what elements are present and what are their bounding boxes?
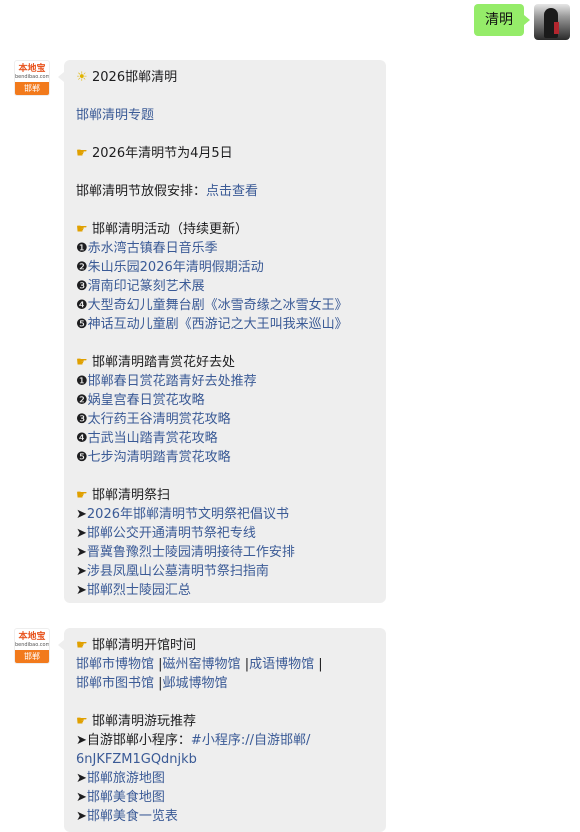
- list-item: ❹古武当山踏青赏花攻略: [76, 431, 218, 446]
- user-message-bubble[interactable]: 清明: [474, 4, 530, 36]
- list-item: ➤邯郸旅游地图: [76, 769, 374, 788]
- museum-link[interactable]: 成语博物馆: [249, 657, 314, 672]
- list-item: ❷朱山乐园2026年清明假期活动: [76, 260, 264, 275]
- list-item: ❺神话互动儿童剧《西游记之大王叫我来巡山》: [76, 317, 348, 332]
- spring-link[interactable]: 太行药王谷清明赏花攻略: [88, 412, 231, 427]
- bot-domain: bendibao.com: [15, 642, 50, 648]
- topic-link[interactable]: 邯郸清明专题: [76, 108, 154, 123]
- arrow-icon: ➤: [76, 809, 87, 824]
- bot-city: 邯郸: [15, 82, 49, 95]
- arrow-icon: ➤: [76, 790, 87, 805]
- museum-link[interactable]: 邯郸市博物馆: [76, 657, 154, 672]
- museum-link[interactable]: 邺城博物馆: [163, 676, 228, 691]
- list-item: ❸渭南印记篆刻艺术展: [76, 279, 205, 294]
- bot-message-row-1: 本地宝 bendibao.com 邯郸 ☀ 2026邯郸清明 邯郸清明专题 ☛ 20…: [14, 60, 386, 603]
- sweep-link[interactable]: 涉县凤凰山公墓清明节祭扫指南: [87, 564, 269, 579]
- sun-icon: ☀: [76, 70, 88, 85]
- list-item: ➤邯郸美食一览表: [76, 807, 374, 826]
- recommend-link[interactable]: 邯郸旅游地图: [87, 771, 165, 786]
- pointing-hand-icon: ☛: [76, 222, 88, 237]
- separator: |: [318, 657, 323, 672]
- activity-link[interactable]: 朱山乐园2026年清明假期活动: [88, 260, 264, 275]
- list-item: ❺七步沟清明踏青赏花攻略: [76, 450, 231, 465]
- activity-link[interactable]: 赤水湾古镇春日音乐季: [88, 241, 218, 256]
- museum-links-row-2: 邯郸市图书馆 |邺城博物馆: [76, 674, 374, 693]
- list-item: ❸太行药王谷清明赏花攻略: [76, 412, 231, 427]
- date-line: ☛ 2026年清明节为4月5日: [76, 146, 233, 161]
- sweep-link[interactable]: 晋冀鲁豫烈士陵园清明接待工作安排: [87, 545, 295, 560]
- list-item: ❶邯郸春日赏花踏青好去处推荐: [76, 374, 257, 389]
- arrow-icon: ➤: [76, 526, 87, 541]
- spring-title: ☛ 邯郸清明踏青赏花好去处: [76, 355, 236, 370]
- mini-program-link-cont[interactable]: 6nJKFZM1GQdnjkb: [76, 752, 197, 767]
- list-item: ❷娲皇宫春日赏花攻略: [76, 393, 205, 408]
- list-item: ➤邯郸公交开通清明节祭祀专线: [76, 524, 374, 543]
- mini-program-link[interactable]: #小程序://自游邯郸/: [191, 733, 310, 748]
- user-message-row: 清明: [474, 4, 570, 40]
- sweep-link[interactable]: 2026年邯郸清明节文明祭祀倡议书: [87, 507, 289, 522]
- list-item: ❶赤水湾古镇春日音乐季: [76, 241, 218, 256]
- bot-avatar[interactable]: 本地宝 bendibao.com 邯郸: [14, 628, 50, 664]
- pointing-hand-icon: ☛: [76, 146, 88, 161]
- pointing-hand-icon: ☛: [76, 488, 88, 503]
- activity-link[interactable]: 神话互动儿童剧《西游记之大王叫我来巡山》: [88, 317, 348, 332]
- list-item: ➤涉县凤凰山公墓清明节祭扫指南: [76, 562, 374, 581]
- museum-link[interactable]: 邯郸市图书馆: [76, 676, 154, 691]
- avatar-accent: [554, 22, 559, 34]
- arrow-icon: ➤: [76, 733, 87, 748]
- mini-program-line: ➤自游邯郸小程序：#小程序://自游邯郸/: [76, 733, 311, 748]
- museum-title: ☛ 邯郸清明开馆时间: [76, 638, 197, 653]
- bot-avatar[interactable]: 本地宝 bendibao.com 邯郸: [14, 60, 50, 96]
- museum-links-row-1: 邯郸市博物馆 |磁州窑博物馆 |成语博物馆 |: [76, 655, 374, 674]
- list-item: ➤邯郸美食地图: [76, 788, 374, 807]
- list-item: ➤晋冀鲁豫烈士陵园清明接待工作安排: [76, 543, 374, 562]
- recommend-link[interactable]: 邯郸美食一览表: [87, 809, 178, 824]
- spring-link[interactable]: 七步沟清明踏青赏花攻略: [88, 450, 231, 465]
- list-item: ➤2026年邯郸清明节文明祭祀倡议书: [76, 505, 374, 524]
- sweep-link[interactable]: 邯郸烈士陵园汇总: [87, 583, 191, 598]
- arrow-icon: ➤: [76, 507, 87, 522]
- sweep-title: ☛ 邯郸清明祭扫: [76, 488, 171, 503]
- recommend-link[interactable]: 邯郸美食地图: [87, 790, 165, 805]
- arrow-icon: ➤: [76, 583, 87, 598]
- pointing-hand-icon: ☛: [76, 714, 88, 729]
- spring-link[interactable]: 邯郸春日赏花踏青好去处推荐: [88, 374, 257, 389]
- museum-link[interactable]: 磁州窑博物馆: [163, 657, 241, 672]
- arrow-icon: ➤: [76, 545, 87, 560]
- activity-link[interactable]: 大型奇幻儿童舞台剧《冰雪奇缘之冰雪女王》: [88, 298, 348, 313]
- arrow-icon: ➤: [76, 564, 87, 579]
- holiday-line: 邯郸清明节放假安排：点击查看: [76, 184, 259, 199]
- bot-message-bubble-2: ☛ 邯郸清明开馆时间 邯郸市博物馆 |磁州窑博物馆 |成语博物馆 | 邯郸市图书馆…: [58, 628, 386, 832]
- bot-message-bubble-1: ☀ 2026邯郸清明 邯郸清明专题 ☛ 2026年清明节为4月5日 邯郸清明节放假安…: [58, 60, 386, 603]
- spring-link[interactable]: 古武当山踏青赏花攻略: [88, 431, 218, 446]
- bot-message-row-2: 本地宝 bendibao.com 邯郸 ☛ 邯郸清明开馆时间 邯郸市博物馆 | 磁州…: [14, 628, 386, 832]
- list-item: ➤邯郸烈士陵园汇总: [76, 581, 374, 600]
- activity-link[interactable]: 渭南印记篆刻艺术展: [88, 279, 205, 294]
- pointing-hand-icon: ☛: [76, 355, 88, 370]
- user-avatar[interactable]: [534, 4, 570, 40]
- arrow-icon: ➤: [76, 771, 87, 786]
- message-title: ☀ 2026邯郸清明: [76, 70, 178, 85]
- sweep-link[interactable]: 邯郸公交开通清明节祭祀专线: [87, 526, 256, 541]
- pointing-hand-icon: ☛: [76, 638, 88, 653]
- spring-link[interactable]: 娲皇宫春日赏花攻略: [88, 393, 205, 408]
- bot-city: 邯郸: [15, 650, 49, 663]
- recommend-title: ☛ 邯郸清明游玩推荐: [76, 714, 197, 729]
- list-item: ❹大型奇幻儿童舞台剧《冰雪奇缘之冰雪女王》: [76, 298, 348, 313]
- bot-domain: bendibao.com: [15, 74, 50, 80]
- holiday-link[interactable]: 点击查看: [206, 184, 258, 199]
- activities-title: ☛ 邯郸清明活动（持续更新）: [76, 222, 249, 237]
